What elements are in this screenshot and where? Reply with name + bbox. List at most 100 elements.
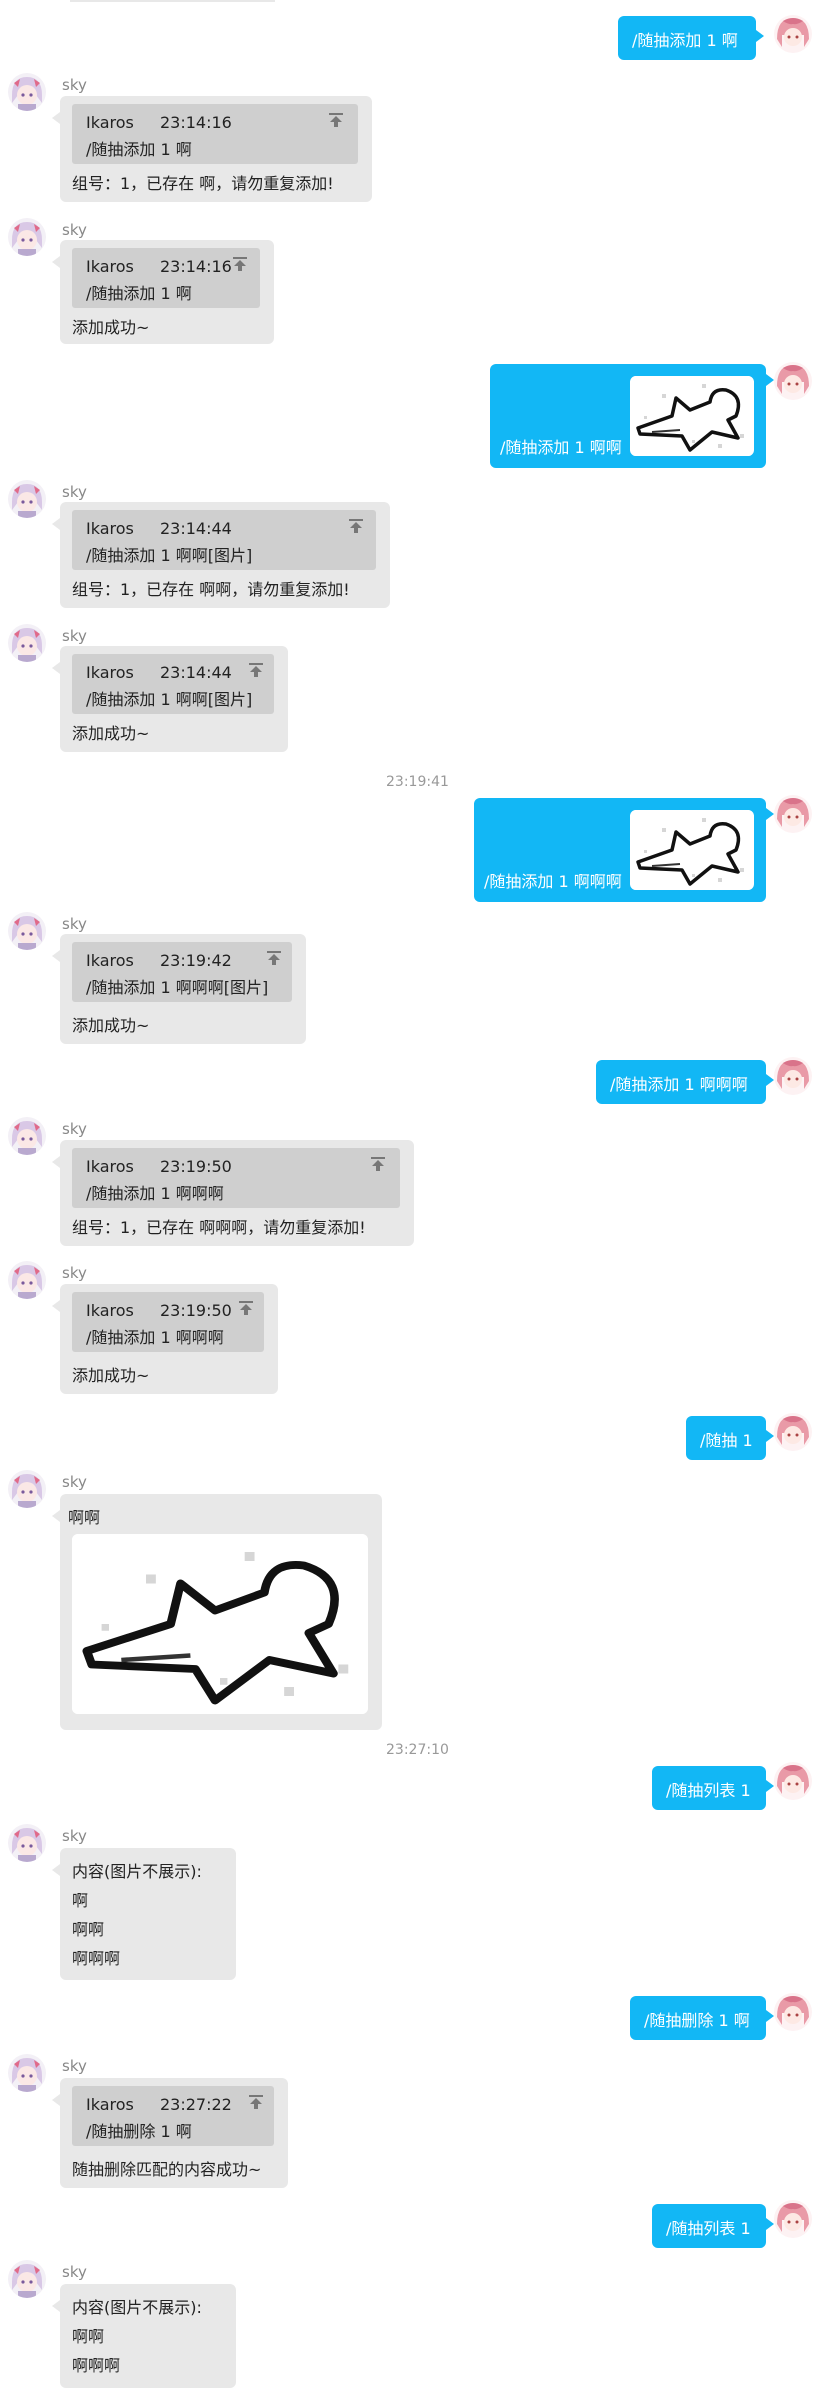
incoming-message[interactable]: Ikaros 23:14:16 /随抽添加 1 啊 添加成功~ xyxy=(60,240,274,344)
reply-time: 23:14:44 xyxy=(160,663,232,682)
bot-avatar[interactable] xyxy=(8,2054,46,2092)
pin-top-icon[interactable] xyxy=(348,518,364,534)
bot-avatar[interactable] xyxy=(8,73,46,111)
quoted-reply[interactable]: Ikaros 23:14:44 /随抽添加 1 啊啊[图片] xyxy=(72,654,274,714)
message-text: /随抽添加 1 啊啊啊 xyxy=(484,872,622,891)
sender-name: sky xyxy=(62,221,87,239)
sender-name: sky xyxy=(62,483,87,501)
bot-avatar[interactable] xyxy=(8,1824,46,1862)
my-avatar[interactable] xyxy=(774,1762,812,1800)
sticker-image[interactable] xyxy=(630,376,754,456)
pin-top-icon[interactable] xyxy=(328,112,344,128)
bot-avatar[interactable] xyxy=(8,1470,46,1508)
reply-author: Ikaros xyxy=(86,663,134,682)
previous-message-edge xyxy=(70,0,275,2)
my-avatar[interactable] xyxy=(774,795,812,833)
quoted-reply[interactable]: Ikaros 23:19:42 /随抽添加 1 啊啊啊[图片] xyxy=(72,942,292,1002)
bubble-tail xyxy=(52,950,60,962)
list-line: 啊啊 xyxy=(72,1920,105,1939)
time-divider: 23:27:10 xyxy=(386,1742,449,1758)
incoming-message[interactable]: 啊啊 xyxy=(60,1494,382,1730)
bot-avatar[interactable] xyxy=(8,218,46,256)
quoted-reply[interactable]: Ikaros 23:14:44 /随抽添加 1 啊啊[图片] xyxy=(72,510,376,570)
incoming-message[interactable]: Ikaros 23:19:50 /随抽添加 1 啊啊啊 组号：1，已存在 啊啊啊… xyxy=(60,1140,414,1246)
message-text: 随抽删除匹配的内容成功~ xyxy=(72,2160,262,2179)
incoming-message[interactable]: Ikaros 23:19:50 /随抽添加 1 啊啊啊 添加成功~ xyxy=(60,1284,278,1394)
reply-author: Ikaros xyxy=(86,113,134,132)
reply-time: 23:14:16 xyxy=(160,257,232,276)
my-avatar[interactable] xyxy=(774,1413,812,1451)
outgoing-message[interactable]: /随抽 1 xyxy=(686,1416,766,1460)
reply-author: Ikaros xyxy=(86,951,134,970)
sender-name: sky xyxy=(62,2263,87,2281)
sender-name: sky xyxy=(62,1473,87,1491)
message-text: 组号：1，已存在 啊啊，请勿重复添加! xyxy=(72,580,350,599)
sender-name: sky xyxy=(62,1827,87,1845)
bot-avatar[interactable] xyxy=(8,2260,46,2298)
bubble-tail xyxy=(52,1864,60,1876)
pin-top-icon[interactable] xyxy=(238,1300,254,1316)
sticker-image[interactable] xyxy=(72,1534,368,1714)
outgoing-message[interactable]: /随抽列表 1 xyxy=(652,2204,766,2248)
message-text: /随抽添加 1 啊 xyxy=(632,31,738,50)
quoted-reply[interactable]: Ikaros 23:14:16 /随抽添加 1 啊 xyxy=(72,248,260,308)
quoted-reply[interactable]: Ikaros 23:14:16 /随抽添加 1 啊 xyxy=(72,104,358,164)
message-text: /随抽列表 1 xyxy=(666,1781,751,1800)
outgoing-message[interactable]: /随抽列表 1 xyxy=(652,1766,766,1810)
incoming-message[interactable]: Ikaros 23:14:44 /随抽添加 1 啊啊[图片] 添加成功~ xyxy=(60,646,288,752)
my-avatar[interactable] xyxy=(774,15,812,53)
incoming-message[interactable]: Ikaros 23:14:16 /随抽添加 1 啊 组号：1，已存在 啊，请勿重… xyxy=(60,96,372,202)
reply-author: Ikaros xyxy=(86,1301,134,1320)
reply-text: /随抽添加 1 啊啊啊[图片] xyxy=(86,978,269,997)
list-line: 啊啊啊 xyxy=(72,1949,121,1968)
outgoing-message[interactable]: /随抽添加 1 啊 xyxy=(618,16,756,60)
sender-name: sky xyxy=(62,1264,87,1282)
bot-avatar[interactable] xyxy=(8,912,46,950)
my-avatar[interactable] xyxy=(774,2200,812,2238)
incoming-message[interactable]: Ikaros 23:19:42 /随抽添加 1 啊啊啊[图片] 添加成功~ xyxy=(60,934,306,1044)
message-text: 添加成功~ xyxy=(72,1016,150,1035)
pin-top-icon[interactable] xyxy=(266,950,282,966)
pin-top-icon[interactable] xyxy=(370,1156,386,1172)
my-avatar[interactable] xyxy=(774,1993,812,2031)
bubble-tail xyxy=(766,2218,774,2230)
incoming-message[interactable]: 内容(图片不展示): 啊 啊啊 啊啊啊 xyxy=(60,1848,236,1980)
message-text: 添加成功~ xyxy=(72,1366,150,1385)
bubble-tail xyxy=(52,1156,60,1168)
quoted-reply[interactable]: Ikaros 23:27:22 /随抽删除 1 啊 xyxy=(72,2086,274,2146)
reply-text: /随抽添加 1 啊 xyxy=(86,284,192,303)
outgoing-message[interactable]: /随抽添加 1 啊啊啊 xyxy=(474,798,766,902)
message-text: 添加成功~ xyxy=(72,318,150,337)
bot-avatar[interactable] xyxy=(8,624,46,662)
reply-time: 23:19:42 xyxy=(160,951,232,970)
reply-text: /随抽删除 1 啊 xyxy=(86,2122,192,2141)
sticker-image[interactable] xyxy=(630,810,754,890)
bot-avatar[interactable] xyxy=(8,480,46,518)
bot-avatar[interactable] xyxy=(8,1261,46,1299)
incoming-message[interactable]: Ikaros 23:27:22 /随抽删除 1 啊 随抽删除匹配的内容成功~ xyxy=(60,2078,288,2188)
list-line: 内容(图片不展示): xyxy=(72,2298,202,2317)
message-text: /随抽删除 1 啊 xyxy=(644,2011,750,2030)
my-avatar[interactable] xyxy=(774,1057,812,1095)
incoming-message[interactable]: 内容(图片不展示): 啊啊 啊啊啊 xyxy=(60,2284,236,2388)
message-text: /随抽 1 xyxy=(700,1431,753,1450)
bot-avatar[interactable] xyxy=(8,1117,46,1155)
reply-text: /随抽添加 1 啊啊[图片] xyxy=(86,690,253,709)
bubble-tail xyxy=(52,662,60,674)
incoming-message[interactable]: Ikaros 23:14:44 /随抽添加 1 啊啊[图片] 组号：1，已存在 … xyxy=(60,502,390,608)
list-line: 啊 xyxy=(72,1891,89,1910)
outgoing-message[interactable]: /随抽添加 1 啊啊 xyxy=(490,364,766,468)
message-text: /随抽添加 1 啊啊啊 xyxy=(610,1075,748,1094)
pin-top-icon[interactable] xyxy=(248,2094,264,2110)
quoted-reply[interactable]: Ikaros 23:19:50 /随抽添加 1 啊啊啊 xyxy=(72,1292,264,1352)
outgoing-message[interactable]: /随抽添加 1 啊啊啊 xyxy=(596,1060,766,1104)
outgoing-message[interactable]: /随抽删除 1 啊 xyxy=(630,1996,766,2040)
bubble-tail xyxy=(766,374,774,386)
bubble-tail xyxy=(52,1300,60,1312)
bubble-tail xyxy=(52,256,60,268)
quoted-reply[interactable]: Ikaros 23:19:50 /随抽添加 1 啊啊啊 xyxy=(72,1148,400,1208)
my-avatar[interactable] xyxy=(774,362,812,400)
pin-top-icon[interactable] xyxy=(248,662,264,678)
pin-top-icon[interactable] xyxy=(232,256,248,272)
sender-name: sky xyxy=(62,915,87,933)
